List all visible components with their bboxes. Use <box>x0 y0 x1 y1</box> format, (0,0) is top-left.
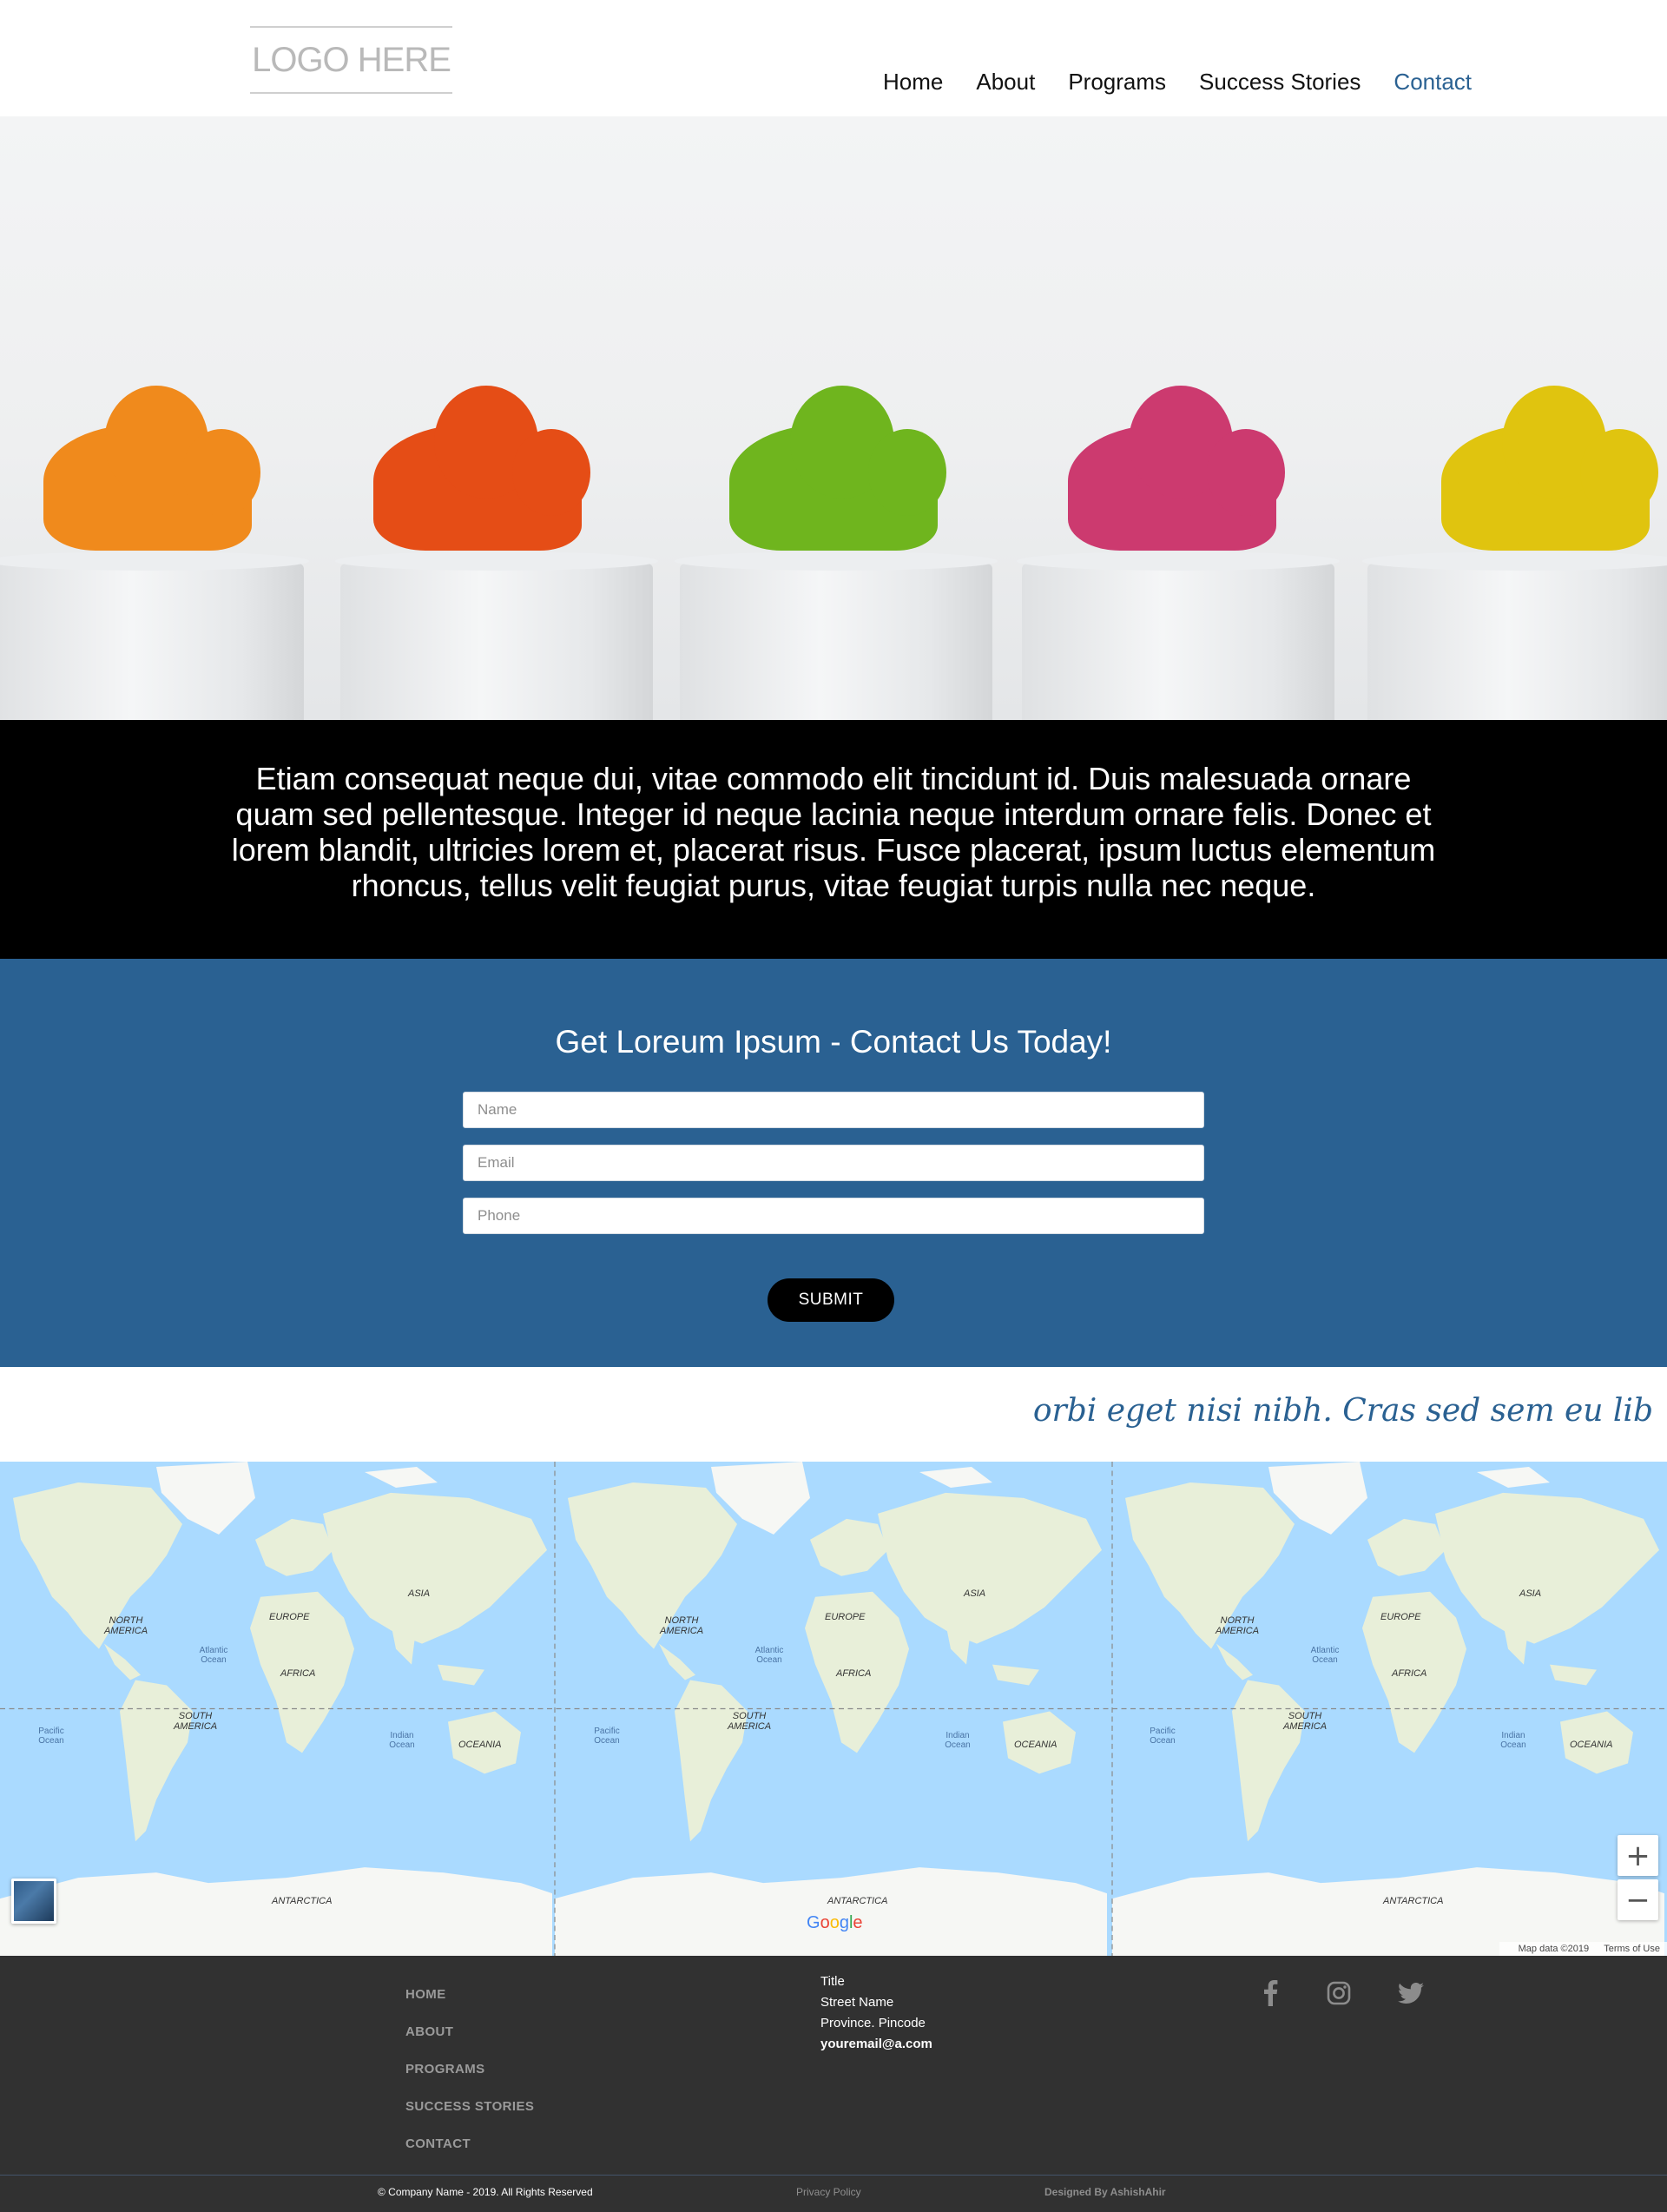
cactus <box>373 386 590 551</box>
map-label-antarctica: ANTARCTICA <box>1383 1896 1444 1906</box>
map-label-south-america: SOUTH AMERICA <box>1282 1711 1328 1732</box>
address-title: Title <box>820 1974 845 1989</box>
map-label-antarctica: ANTARCTICA <box>827 1896 888 1906</box>
designed-by-text: Designed By AshishAhir <box>1044 2186 1166 2198</box>
nav-home[interactable]: Home <box>883 64 943 99</box>
address-email[interactable]: youremail@a.com <box>820 2034 932 2055</box>
map-label-indian: Indian Ocean <box>389 1731 415 1750</box>
map-label-asia: ASIA <box>1519 1588 1542 1599</box>
footer-nav: HOME ABOUT PROGRAMS SUCCESS STORIES CONT… <box>405 1984 534 2170</box>
facebook-icon[interactable] <box>1256 1978 1286 2008</box>
footer-link-programs[interactable]: PROGRAMS <box>405 2058 534 2096</box>
footer-link-success-stories[interactable]: SUCCESS STORIES <box>405 2096 534 2133</box>
footer-link-about[interactable]: ABOUT <box>405 2021 534 2058</box>
address-street: Street Name <box>820 1995 894 2010</box>
marquee-strip: orbi eget nisi nibh. Cras sed sem eu lib <box>0 1367 1667 1462</box>
map-label-pacific: Pacific Ocean <box>38 1727 64 1746</box>
map-label-europe: EUROPE <box>825 1612 866 1622</box>
plant-pot <box>0 551 309 720</box>
main-nav: Home About Programs Success Stories Cont… <box>883 64 1472 99</box>
map-attribution: Map data ©2019 Terms of Use <box>1499 1942 1667 1956</box>
plant-pot <box>1362 551 1667 720</box>
name-input[interactable] <box>463 1092 1204 1128</box>
map-label-africa: AFRICA <box>1392 1668 1427 1679</box>
site-footer: HOME ABOUT PROGRAMS SUCCESS STORIES CONT… <box>0 1956 1667 2212</box>
world-map[interactable]: NORTH AMERICA EUROPE ASIA AFRICA SOUTH A… <box>0 1462 1667 1956</box>
nav-contact[interactable]: Contact <box>1394 64 1472 99</box>
terms-of-use-link[interactable]: Terms of Use <box>1604 1944 1660 1954</box>
footer-address: Title Street Name Province. Pincode your… <box>820 1971 932 2055</box>
map-label-south-america: SOUTH AMERICA <box>173 1711 218 1732</box>
cactus <box>1441 386 1658 551</box>
copyright-text: © Company Name - 2019. All Rights Reserv… <box>378 2186 593 2198</box>
cactus <box>729 386 946 551</box>
plant-pot <box>1017 551 1340 720</box>
map-label-antarctica: ANTARCTICA <box>272 1896 333 1906</box>
map-tiles <box>0 1462 1667 1956</box>
privacy-policy-link[interactable]: Privacy Policy <box>796 2186 861 2198</box>
map-label-europe: EUROPE <box>1380 1612 1421 1622</box>
logo[interactable]: LOGO HERE <box>250 26 452 94</box>
nav-programs[interactable]: Programs <box>1068 64 1166 99</box>
map-label-africa: AFRICA <box>280 1668 316 1679</box>
cactus <box>1068 386 1285 551</box>
map-label-atlantic: Atlantic Ocean <box>1310 1646 1340 1665</box>
map-label-asia: ASIA <box>964 1588 986 1599</box>
map-label-asia: ASIA <box>408 1588 431 1599</box>
plant-pot <box>675 551 998 720</box>
map-label-europe: EUROPE <box>269 1612 310 1622</box>
contact-section: Get Loreum Ipsum - Contact Us Today! SUB… <box>0 959 1667 1367</box>
email-input[interactable] <box>463 1145 1204 1181</box>
map-data-text: Map data ©2019 <box>1518 1944 1590 1954</box>
map-label-indian: Indian Ocean <box>1500 1731 1526 1750</box>
map-label-oceania: OCEANIA <box>1014 1740 1058 1750</box>
map-label-south-america: SOUTH AMERICA <box>727 1711 772 1732</box>
map-label-pacific: Pacific Ocean <box>594 1727 620 1746</box>
map-label-oceania: OCEANIA <box>1570 1740 1613 1750</box>
marquee-text: orbi eget nisi nibh. Cras sed sem eu lib <box>1032 1393 1653 1429</box>
instagram-icon[interactable] <box>1324 1978 1354 2008</box>
hero-image <box>0 116 1667 720</box>
map-label-north-america: NORTH AMERICA <box>659 1615 704 1636</box>
cactus <box>43 386 260 551</box>
twitter-icon[interactable] <box>1396 1978 1426 2008</box>
map-label-north-america: NORTH AMERICA <box>1215 1615 1260 1636</box>
contact-heading: Get Loreum Ipsum - Contact Us Today! <box>555 1024 1112 1060</box>
google-logo: Google <box>807 1913 863 1932</box>
map-label-oceania: OCEANIA <box>458 1740 502 1750</box>
zoom-in-button[interactable]: + <box>1618 1835 1658 1876</box>
phone-input[interactable] <box>463 1198 1204 1234</box>
zoom-out-button[interactable]: − <box>1618 1879 1658 1920</box>
map-label-north-america: NORTH AMERICA <box>103 1615 148 1636</box>
plant-pot <box>335 551 658 720</box>
intro-text: Etiam consequat neque dui, vitae commodo… <box>231 761 1436 903</box>
map-label-indian: Indian Ocean <box>945 1731 971 1750</box>
footer-link-contact[interactable]: CONTACT <box>405 2133 534 2170</box>
submit-button[interactable]: SUBMIT <box>768 1278 894 1322</box>
map-label-africa: AFRICA <box>836 1668 872 1679</box>
intro-section: Etiam consequat neque dui, vitae commodo… <box>0 720 1667 959</box>
map-label-atlantic: Atlantic Ocean <box>199 1646 228 1665</box>
street-view-pegman[interactable] <box>11 1879 56 1924</box>
map-label-pacific: Pacific Ocean <box>1150 1727 1176 1746</box>
footer-divider <box>0 2175 1667 2176</box>
nav-success-stories[interactable]: Success Stories <box>1199 64 1361 99</box>
site-header: LOGO HERE Home About Programs Success St… <box>0 0 1667 116</box>
nav-about[interactable]: About <box>976 64 1035 99</box>
footer-link-home[interactable]: HOME <box>405 1984 534 2021</box>
address-province: Province. Pincode <box>820 2016 926 2030</box>
map-label-atlantic: Atlantic Ocean <box>754 1646 784 1665</box>
